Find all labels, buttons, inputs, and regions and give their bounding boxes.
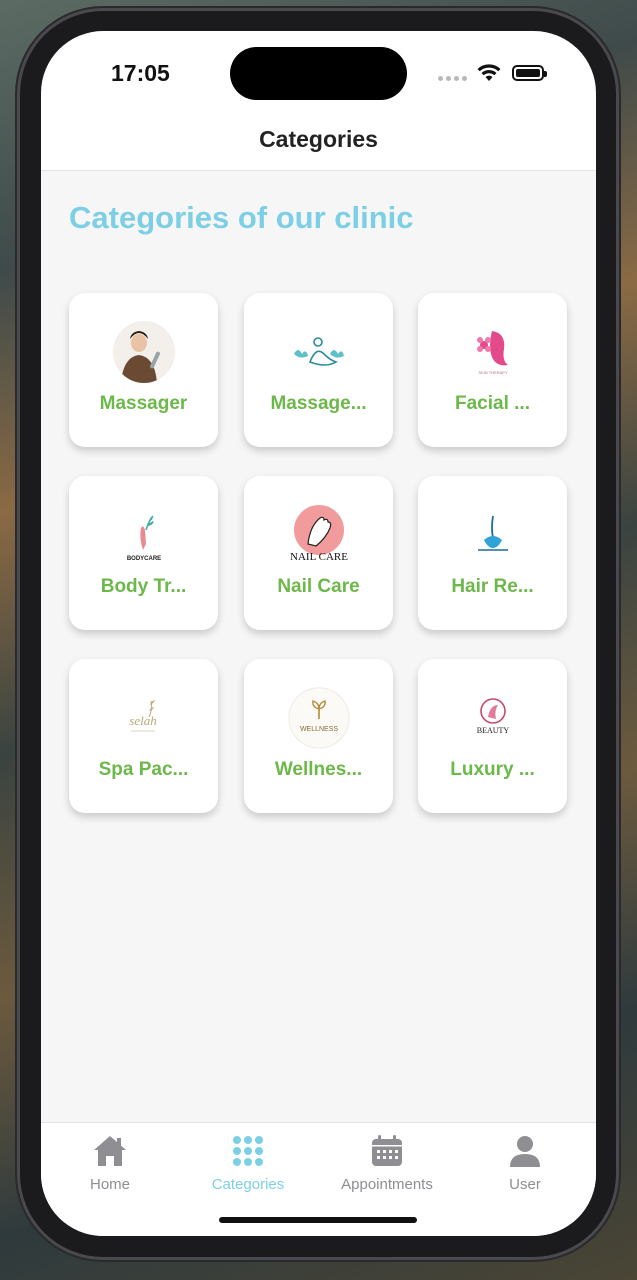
category-label: Wellnes... <box>274 759 363 780</box>
section-title: Categories of our clinic <box>69 200 414 235</box>
category-card-spa-package[interactable]: selah Spa Pac... <box>69 659 218 813</box>
navigation-header: Categories <box>41 121 596 171</box>
home-icon <box>94 1136 126 1166</box>
category-card-body-treatment[interactable]: BODYCARE Body Tr... <box>69 476 218 630</box>
category-label: Facial ... <box>455 393 530 414</box>
category-label: Massager <box>99 393 188 414</box>
category-label: Massage... <box>270 393 367 414</box>
wellness-logo: WELLNESS <box>288 687 350 749</box>
category-card-facial[interactable]: SKIN THERAPY Facial ... <box>418 293 567 447</box>
app-screen: 17:05 Categories Categories of our clini… <box>41 31 596 1236</box>
massage-lotus-icon <box>288 321 350 383</box>
tab-label: Categories <box>211 1176 285 1193</box>
wifi-icon <box>477 64 501 81</box>
spa-selah-logo: selah <box>113 687 175 749</box>
logo-text: WELLNESS <box>300 726 338 733</box>
bodycare-hand-icon: BODYCARE <box>113 504 175 566</box>
logo-text: selah <box>129 713 156 728</box>
hair-follicle-icon <box>462 504 524 566</box>
calendar-icon <box>372 1135 402 1166</box>
category-card-luxury[interactable]: BEAUTY Luxury ... <box>418 659 567 813</box>
logo-text: BEAUTY <box>477 726 510 735</box>
category-label: Hair Re... <box>451 576 534 597</box>
tab-label: User <box>509 1176 541 1193</box>
tab-home[interactable]: Home <box>41 1133 179 1193</box>
battery-icon <box>512 65 547 81</box>
category-label: Body Tr... <box>100 576 187 597</box>
logo-text: BODYCARE <box>127 556 161 562</box>
category-card-nail-care[interactable]: NAIL CARE Nail Care <box>244 476 393 630</box>
page-title: Categories <box>259 126 378 152</box>
facial-flower-icon: SKIN THERAPY <box>462 321 524 383</box>
beauty-face-logo: BEAUTY <box>462 687 524 749</box>
home-indicator[interactable] <box>219 1217 417 1223</box>
status-time: 17:05 <box>111 60 170 86</box>
category-card-massager[interactable]: Massager <box>69 293 218 447</box>
categories-content[interactable]: Categories of our clinic Massager Massag… <box>41 171 596 1122</box>
cell-signal-icon <box>438 76 467 81</box>
user-icon <box>510 1136 540 1167</box>
logo-text: NAIL CARE <box>290 551 348 563</box>
status-bar: 17:05 <box>41 31 596 121</box>
category-card-wellness[interactable]: WELLNESS Wellnes... <box>244 659 393 813</box>
category-card-hair-removal[interactable]: Hair Re... <box>418 476 567 630</box>
therapist-photo <box>113 321 175 383</box>
tab-label: Appointments <box>341 1176 433 1193</box>
category-card-massage[interactable]: Massage... <box>244 293 393 447</box>
dynamic-island <box>230 47 407 100</box>
grid-dots-icon <box>233 1136 263 1166</box>
category-label: Spa Pac... <box>98 759 189 780</box>
nail-care-logo: NAIL CARE <box>288 504 350 566</box>
category-label: Luxury ... <box>450 759 535 780</box>
category-label: Nail Care <box>277 576 360 597</box>
logo-text: SKIN THERAPY <box>478 370 508 375</box>
tab-user[interactable]: User <box>456 1133 594 1193</box>
tab-appointments[interactable]: Appointments <box>318 1133 456 1193</box>
tab-categories[interactable]: Categories <box>179 1133 317 1193</box>
bottom-tab-bar: Home Categories Appointments User <box>41 1122 596 1236</box>
tab-label: Home <box>89 1176 130 1193</box>
